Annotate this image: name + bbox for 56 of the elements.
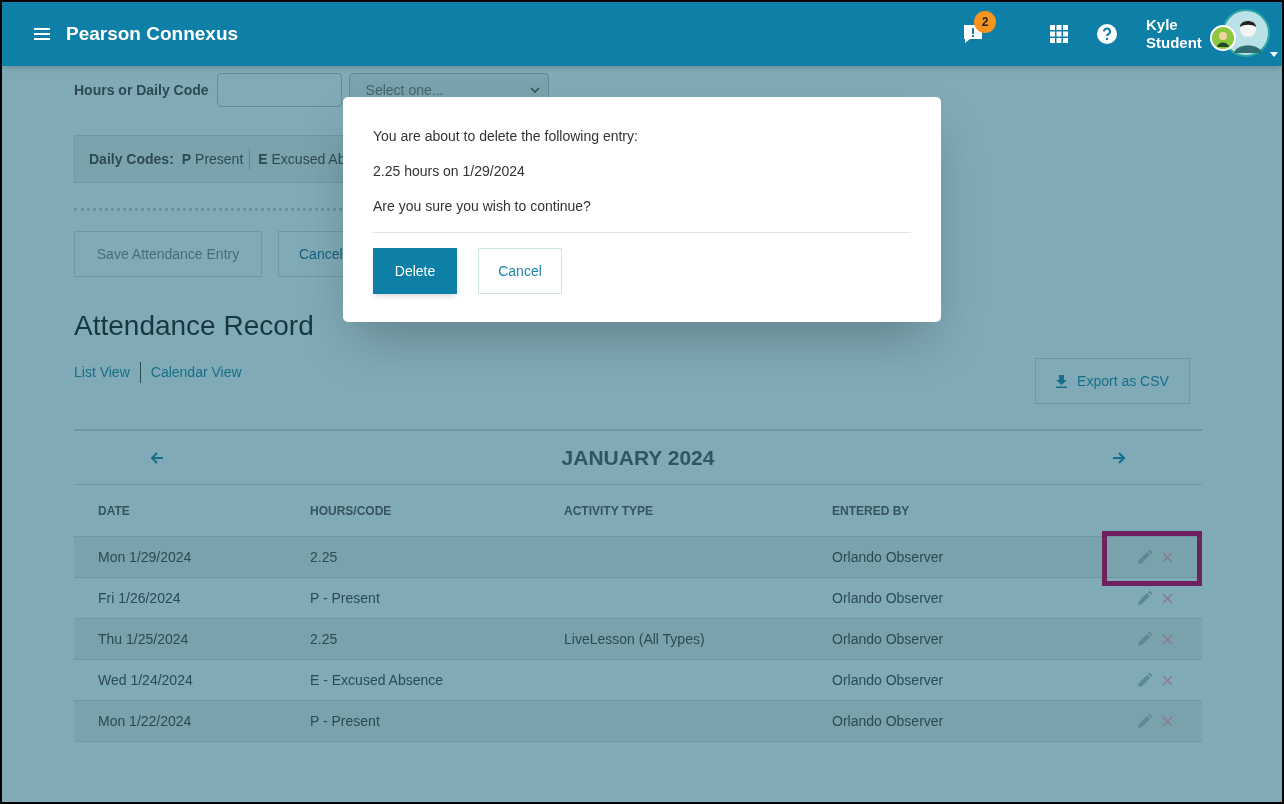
daily-code: P Present [181,148,251,170]
entered-by-cell-text: Orlando Observer [832,629,945,649]
entered-by-cell-text: Orlando Observer [832,670,945,690]
view-link[interactable]: List View [74,362,141,383]
previous-month-icon[interactable] [151,451,163,464]
date-cell-text: Thu 1/25/2024 [98,629,190,649]
column-header: DATE [98,502,131,520]
hours-cell-text: P - Present [310,588,381,608]
delete-icon[interactable] [1162,592,1173,604]
daily-codes-label: Daily Codes: [89,149,174,169]
hours-cell-text: E - Excused Absence [310,670,445,690]
delete-icon[interactable] [1162,674,1173,686]
page-title: Attendance Record [74,309,315,343]
apps-grid-icon[interactable] [1050,25,1068,43]
dialog-button[interactable]: Delete [373,248,457,294]
date-cell-text: Mon 1/29/2024 [98,547,193,567]
menu-icon[interactable] [34,27,50,41]
export-csv-button[interactable]: Export as CSV [1035,358,1190,404]
app-title: Pearson Connexus [66,21,239,46]
dialog-text: 2.25 hours on 1/29/2024 [373,162,526,180]
column-header: HOURS/CODE [310,502,393,520]
user-name[interactable]: Kyle Student [1146,16,1208,52]
hours-cell-text: 2.25 [310,629,339,649]
date-cell-text: Mon 1/22/2024 [98,711,193,731]
edit-icon[interactable] [1138,591,1152,605]
notification-badge: 2 [974,11,996,33]
hours-cell-text: P - Present [310,711,381,731]
column-header: ACTIVITY TYPE [564,502,655,520]
delete-icon[interactable] [1162,551,1173,563]
date-cell-text: Wed 1/24/2024 [98,670,194,690]
column-header: ENTERED BY [832,502,911,520]
hours-input[interactable] [216,73,342,107]
dialog-text: You are about to delete the following entry: [373,127,639,145]
delete-icon[interactable] [1162,715,1173,727]
edit-icon[interactable] [1138,673,1152,687]
entered-by-cell-text: Orlando Observer [832,711,945,731]
chevron-icon [529,87,540,93]
month-title: JANUARY 2024 [561,444,715,471]
edit-icon[interactable] [1138,632,1152,646]
hours-cell-text: 2.25 [310,547,339,567]
delete-icon[interactable] [1162,633,1173,645]
edit-icon[interactable] [1138,714,1152,728]
next-month-icon[interactable] [1113,451,1125,464]
activity-cell: LiveLesson (All Types) [564,630,705,647]
dialog-button[interactable]: Cancel [478,248,562,294]
help-icon[interactable] [1096,23,1118,45]
small-avatar-icon [1210,25,1236,51]
entered-by-cell-text: Orlando Observer [832,588,945,608]
caret-icon[interactable] [1270,52,1278,57]
edit-icon[interactable] [1138,550,1152,564]
view-link[interactable]: Calendar View [140,362,242,383]
entered-by-cell-text: Orlando Observer [832,547,945,567]
hours-label: Hours or Daily Code [74,80,209,100]
dialog-text: Are you sure you wish to continue? [373,197,592,215]
date-cell-text: Fri 1/26/2024 [98,588,182,608]
download-icon [1056,374,1068,388]
